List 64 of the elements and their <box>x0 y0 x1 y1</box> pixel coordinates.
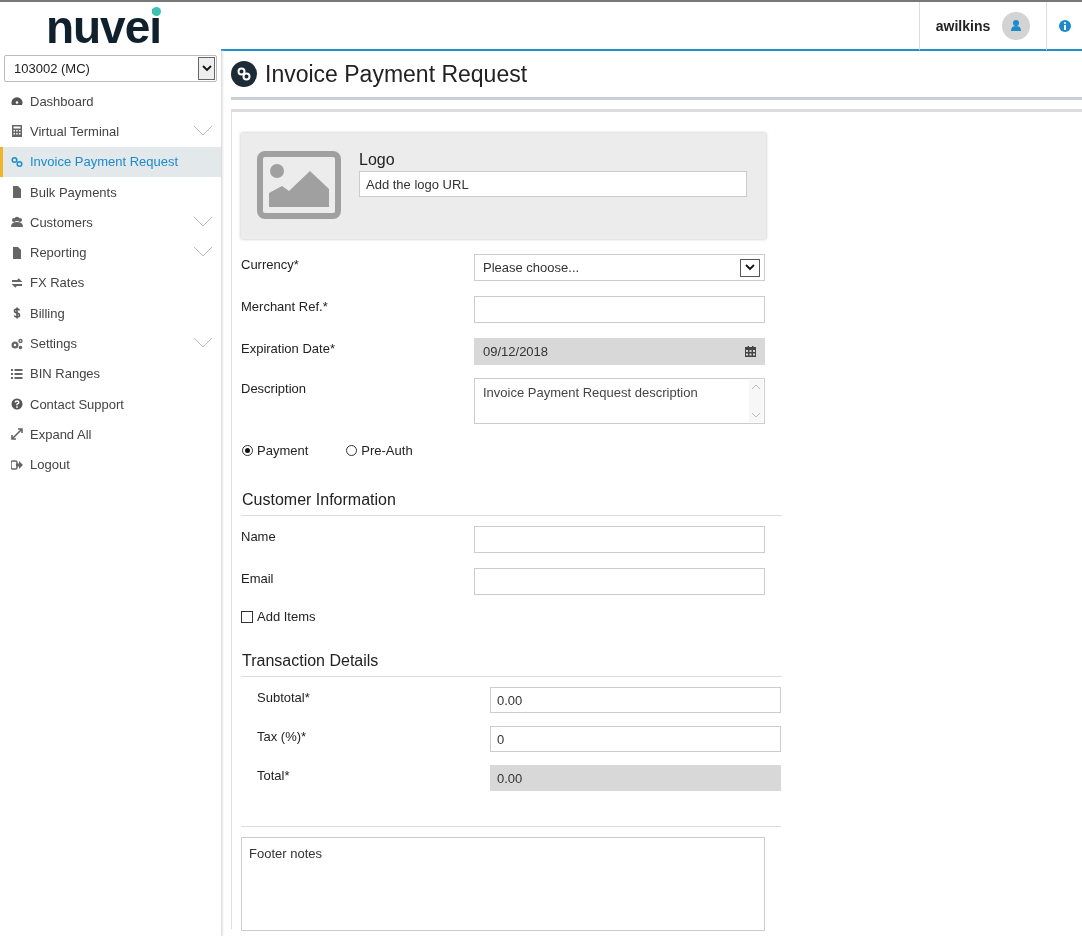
link-icon <box>11 155 23 168</box>
checkbox-label: Add Items <box>257 609 316 624</box>
nav-item[interactable]: Customers <box>0 207 221 238</box>
page-title: Invoice Payment Request <box>265 60 528 88</box>
calculator-icon <box>11 125 23 138</box>
nav-item[interactable]: Expand All <box>0 419 221 450</box>
field-label: Tax (%)* <box>257 728 308 746</box>
radio-label: Pre-Auth <box>361 443 413 458</box>
user-icon <box>1011 20 1022 31</box>
account-select[interactable]: 103002 (MC) <box>4 55 217 82</box>
logo-label: Logo <box>359 151 396 169</box>
input-field[interactable]: 0 <box>490 726 781 752</box>
dashboard-icon <box>11 95 23 108</box>
username[interactable]: awilkins <box>935 17 991 34</box>
link-icon <box>237 67 251 81</box>
nav-item[interactable]: Dashboard <box>0 86 221 117</box>
gears-icon <box>11 337 23 350</box>
nav-item[interactable]: Reporting <box>0 237 221 268</box>
chevron-down-icon <box>745 264 755 271</box>
logout-icon <box>11 458 23 471</box>
chevron-down-icon <box>201 65 212 72</box>
avatar-icon[interactable] <box>1002 11 1031 40</box>
calendar-icon[interactable] <box>745 346 756 357</box>
footer-notes-field[interactable]: Footer notes <box>241 837 765 931</box>
checkbox[interactable] <box>241 610 253 623</box>
field-label: Description <box>241 380 308 398</box>
info-icon[interactable] <box>1058 19 1071 32</box>
field-label: Expiration Date* <box>241 340 336 358</box>
nav-item[interactable]: Billing <box>0 298 221 329</box>
field-label: Name <box>241 528 277 546</box>
nav-item[interactable]: BIN Ranges <box>0 358 221 389</box>
nav-item[interactable]: Settings <box>0 328 221 359</box>
input-field[interactable] <box>474 568 765 595</box>
section-heading: Customer Information <box>241 491 782 516</box>
brand-logo[interactable]: nuvei <box>45 5 162 49</box>
radio-option[interactable]: Payment <box>242 443 309 458</box>
input-field[interactable] <box>474 526 765 553</box>
users-icon <box>11 216 23 229</box>
radio-option[interactable]: Pre-Auth <box>346 443 413 458</box>
currency-select[interactable]: Please choose... <box>474 254 765 281</box>
input-field[interactable]: 0.00 <box>490 687 781 713</box>
field-label: Email <box>241 570 275 588</box>
nav-item[interactable]: Virtual Terminal <box>0 116 221 147</box>
arrows-icon <box>11 276 23 289</box>
expand-icon <box>11 428 23 441</box>
image-placeholder-icon <box>257 151 341 219</box>
field-label: Currency* <box>241 256 300 274</box>
field-label: Subtotal* <box>257 689 311 707</box>
nav-item[interactable]: Bulk Payments <box>0 176 221 208</box>
radio-label: Payment <box>257 443 309 458</box>
help-icon <box>11 398 23 411</box>
list-icon <box>11 367 23 380</box>
document-icon <box>11 246 23 259</box>
nav-item[interactable]: FX Rates <box>0 267 221 299</box>
date-field[interactable]: 09/12/2018 <box>474 338 765 365</box>
section-heading: Transaction Details <box>241 652 782 677</box>
document-icon <box>11 186 23 199</box>
field-label: Merchant Ref.* <box>241 298 329 316</box>
field-label: Total* <box>257 767 291 785</box>
input-field[interactable] <box>474 296 765 323</box>
logo-url-field[interactable]: Add the logo URL <box>359 171 747 197</box>
dollar-icon <box>11 307 23 320</box>
nav-item[interactable]: Contact Support <box>0 388 221 420</box>
nav-item[interactable]: Logout <box>0 449 221 480</box>
